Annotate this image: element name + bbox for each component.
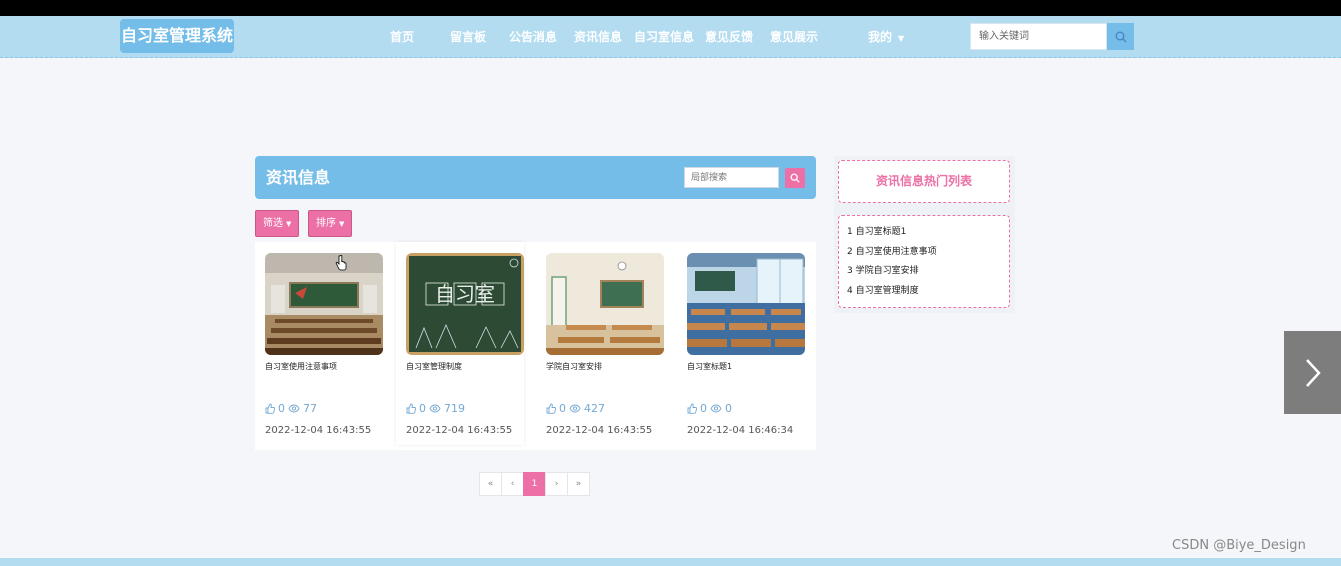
hot-list-item[interactable]: 2 自习室使用注意事项 (847, 243, 1009, 263)
filter-label: 筛选 (263, 218, 283, 229)
window-top-bar (0, 0, 1341, 16)
news-panel-header: 资讯信息 (255, 156, 816, 199)
filter-dropdown-button[interactable]: 筛选 ▼ (255, 210, 300, 237)
thumbs-up-icon[interactable] (546, 403, 556, 414)
nav-item-feedback[interactable]: 意见反馈 (705, 16, 753, 58)
page-title: 资讯信息 (266, 168, 331, 187)
card-image-classroom[interactable] (265, 253, 383, 355)
global-search-button[interactable] (1107, 23, 1134, 50)
page-prev-button[interactable]: ‹ (501, 472, 524, 496)
hot-list-item[interactable]: 4 自习室管理制度 (847, 282, 1009, 302)
chevron-right-icon (1305, 358, 1321, 387)
view-count: 77 (303, 402, 317, 415)
card-title[interactable]: 自习室管理制度 (406, 361, 462, 372)
card-title[interactable]: 自习室标题1 (687, 361, 732, 372)
card-image-empty-classroom[interactable] (546, 253, 664, 355)
news-card[interactable]: 自习室使用注意事项 0 77 2022-12-04 16:43:55 (255, 242, 383, 445)
top-navbar: 自习室管理系统 首页 留言板 公告消息 资讯信息 自习室信息 意见反馈 意见展示… (0, 16, 1341, 58)
eye-icon (288, 404, 300, 413)
nav-item-study-rooms[interactable]: 自习室信息 (634, 16, 694, 58)
card-date: 2022-12-04 16:43:55 (265, 425, 372, 436)
news-card[interactable]: 自习室 自习室管理制度 0 719 2022-12-04 16:43:55 (396, 242, 524, 445)
card-image-chalkboard[interactable]: 自习室 (406, 253, 524, 355)
news-card[interactable]: 学院自习室安排 0 427 2022-12-04 16:43:55 (536, 242, 664, 445)
nav-item-message-board[interactable]: 留言板 (450, 16, 486, 58)
eye-icon (429, 404, 441, 413)
card-stats: 0 77 (265, 402, 317, 415)
page-next-button[interactable]: › (545, 472, 568, 496)
news-card[interactable]: 自习室标题1 0 0 2022-12-04 16:46:34 (677, 242, 805, 445)
card-stats: 0 427 (546, 402, 605, 415)
site-logo[interactable]: 自习室管理系统 (120, 19, 234, 53)
watermark: CSDN @Biye_Design (1172, 538, 1306, 553)
nav-item-notices[interactable]: 公告消息 (509, 16, 557, 58)
mouse-cursor-icon (335, 255, 347, 271)
search-icon (790, 173, 800, 183)
thumbs-up-icon[interactable] (687, 403, 697, 414)
like-count: 0 (700, 402, 707, 415)
nav-item-news[interactable]: 资讯信息 (574, 16, 622, 58)
card-stats: 0 719 (406, 402, 465, 415)
page-current-button[interactable]: 1 (523, 472, 546, 496)
chevron-down-icon: ▼ (339, 220, 345, 228)
card-title[interactable]: 自习室使用注意事项 (265, 361, 337, 372)
card-title[interactable]: 学院自习室安排 (546, 361, 602, 372)
chalkboard-text: 自习室 (435, 282, 495, 306)
chevron-down-icon: ▼ (898, 34, 905, 43)
global-search-input[interactable] (970, 23, 1107, 50)
hot-list-item[interactable]: 1 自习室标题1 (847, 223, 1009, 243)
page-last-button[interactable]: » (567, 472, 590, 496)
view-count: 427 (584, 402, 605, 415)
nav-item-feedback-display[interactable]: 意见展示 (770, 16, 818, 58)
card-date: 2022-12-04 16:46:34 (687, 425, 794, 436)
like-count: 0 (559, 402, 566, 415)
card-image-anime-classroom[interactable] (687, 253, 805, 355)
card-date: 2022-12-04 16:43:55 (406, 425, 513, 436)
next-slide-button[interactable] (1284, 331, 1341, 414)
view-count: 719 (444, 402, 465, 415)
pagination: « ‹ 1 › » (479, 472, 590, 496)
nav-item-home[interactable]: 首页 (390, 16, 414, 58)
chevron-down-icon: ▼ (286, 220, 292, 228)
local-search-input[interactable] (684, 167, 779, 188)
card-stats: 0 0 (687, 402, 732, 415)
local-search-button[interactable] (785, 168, 805, 188)
hot-list: 1 自习室标题1 2 自习室使用注意事项 3 学院自习室安排 4 自习室管理制度 (838, 215, 1010, 308)
search-icon (1115, 31, 1126, 42)
page-first-button[interactable]: « (479, 472, 502, 496)
nav-item-mine[interactable]: 我的 ▼ (868, 16, 904, 58)
hot-list-title: 资讯信息热门列表 (838, 160, 1010, 203)
card-date: 2022-12-04 16:43:55 (546, 425, 653, 436)
thumbs-up-icon[interactable] (265, 403, 275, 414)
news-card-grid: 自习室使用注意事项 0 77 2022-12-04 16:43:55 自习室 自… (255, 242, 816, 450)
sort-label: 排序 (316, 218, 336, 229)
thumbs-up-icon[interactable] (406, 403, 416, 414)
eye-icon (710, 404, 722, 413)
view-count: 0 (725, 402, 732, 415)
nav-mine-label: 我的 (868, 30, 893, 44)
like-count: 0 (419, 402, 426, 415)
hot-list-item[interactable]: 3 学院自习室安排 (847, 262, 1009, 282)
footer-bar (0, 558, 1341, 566)
eye-icon (569, 404, 581, 413)
sort-dropdown-button[interactable]: 排序 ▼ (308, 210, 353, 237)
like-count: 0 (278, 402, 285, 415)
